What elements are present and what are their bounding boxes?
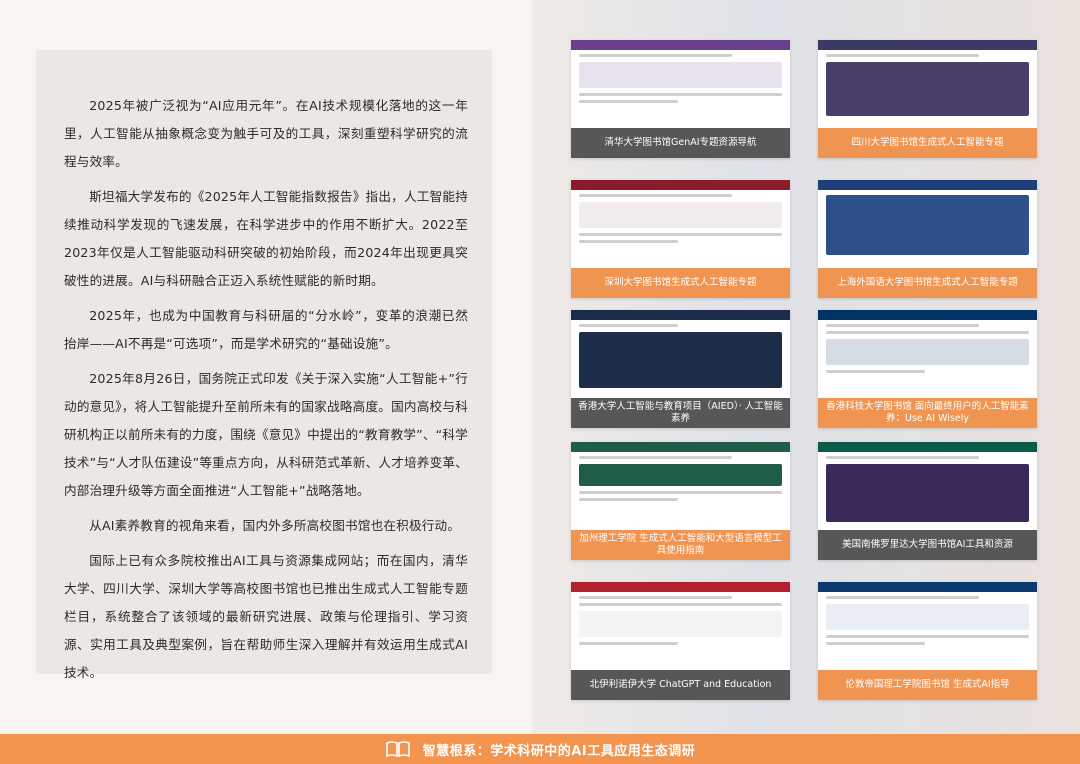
tile-szu-genai[interactable]: 深圳大学图书馆生成式人工智能专题	[571, 180, 790, 298]
footer-bar: 智慧根系：学术科研中的AI工具应用生态调研	[0, 734, 1080, 764]
tile-caption: 四川大学图书馆生成式人工智能专题	[818, 128, 1037, 158]
paragraph-3: 2025年，也成为中国教育与科研届的“分水岭”，变革的浪潮已然抬岸——AI不再是…	[64, 308, 468, 351]
paragraph-6: 国际上已有众多院校推出AI工具与资源集成网站；而在国内，清华大学、四川大学、深圳…	[64, 553, 468, 680]
paragraph-1: 2025年被广泛视为“AI应用元年”。在AI技术规模化落地的这一年里，人工智能从…	[64, 98, 468, 169]
paragraph-2: 斯坦福大学发布的《2025年人工智能指数报告》指出，人工智能持续推动科学发现的飞…	[64, 189, 468, 288]
tile-caption: 清华大学图书馆GenAI专题资源导航	[571, 128, 790, 158]
article-card: 2025年被广泛视为“AI应用元年”。在AI技术规模化落地的这一年里，人工智能从…	[36, 50, 492, 680]
tile-imperial-genai[interactable]: 伦敦帝国理工学院图书馆 生成式AI指导	[818, 582, 1037, 700]
tile-usf-ai-tools[interactable]: 美国南佛罗里达大学图书馆AI工具和资源	[818, 442, 1037, 560]
tile-caption: 香港大学人工智能与教育项目（AIED）· 人工智能素养	[571, 398, 790, 428]
screenshot-gallery: 清华大学图书馆GenAI专题资源导航 四川大学图书馆生成式人工智能专题 深圳大学…	[534, 0, 1080, 734]
paragraph-4: 2025年8月26日，国务院正式印发《关于深入实施“人工智能+”行动的意见》，将…	[64, 371, 468, 498]
footer-title: 智慧根系：学术科研中的AI工具应用生态调研	[422, 743, 696, 759]
tile-caption: 美国南佛罗里达大学图书馆AI工具和资源	[818, 530, 1037, 560]
tile-caption: 伦敦帝国理工学院图书馆 生成式AI指导	[818, 670, 1037, 700]
tile-caption: 加州理工学院 生成式人工智能和大型语言模型工具使用指南	[571, 530, 790, 560]
tile-scu-genai[interactable]: 四川大学图书馆生成式人工智能专题	[818, 40, 1037, 158]
tile-shisu-genai[interactable]: 上海外国语大学图书馆生成式人工智能专题	[818, 180, 1037, 298]
book-icon	[385, 740, 411, 758]
tile-tsinghua-genai[interactable]: 清华大学图书馆GenAI专题资源导航	[571, 40, 790, 158]
paragraph-5: 从AI素养教育的视角来看，国内外多所高校图书馆也在积极行动。	[89, 518, 461, 533]
tile-caption: 深圳大学图书馆生成式人工智能专题	[571, 268, 790, 298]
tile-caltech-genai[interactable]: 加州理工学院 生成式人工智能和大型语言模型工具使用指南	[571, 442, 790, 560]
tile-caption: 香港科技大学图书馆 面向最终用户的人工智能素养：Use AI Wisely	[818, 398, 1037, 428]
tile-niu-chatgpt[interactable]: 北伊利诺伊大学 ChatGPT and Education	[571, 582, 790, 700]
tile-caption: 北伊利诺伊大学 ChatGPT and Education	[571, 670, 790, 700]
tile-hkust-ai-literacy[interactable]: 香港科技大学图书馆 面向最终用户的人工智能素养：Use AI Wisely	[818, 310, 1037, 428]
tile-hku-aied[interactable]: 香港大学人工智能与教育项目（AIED）· 人工智能素养	[571, 310, 790, 428]
tile-header-bar	[571, 40, 790, 50]
tile-caption: 上海外国语大学图书馆生成式人工智能专题	[818, 268, 1037, 298]
